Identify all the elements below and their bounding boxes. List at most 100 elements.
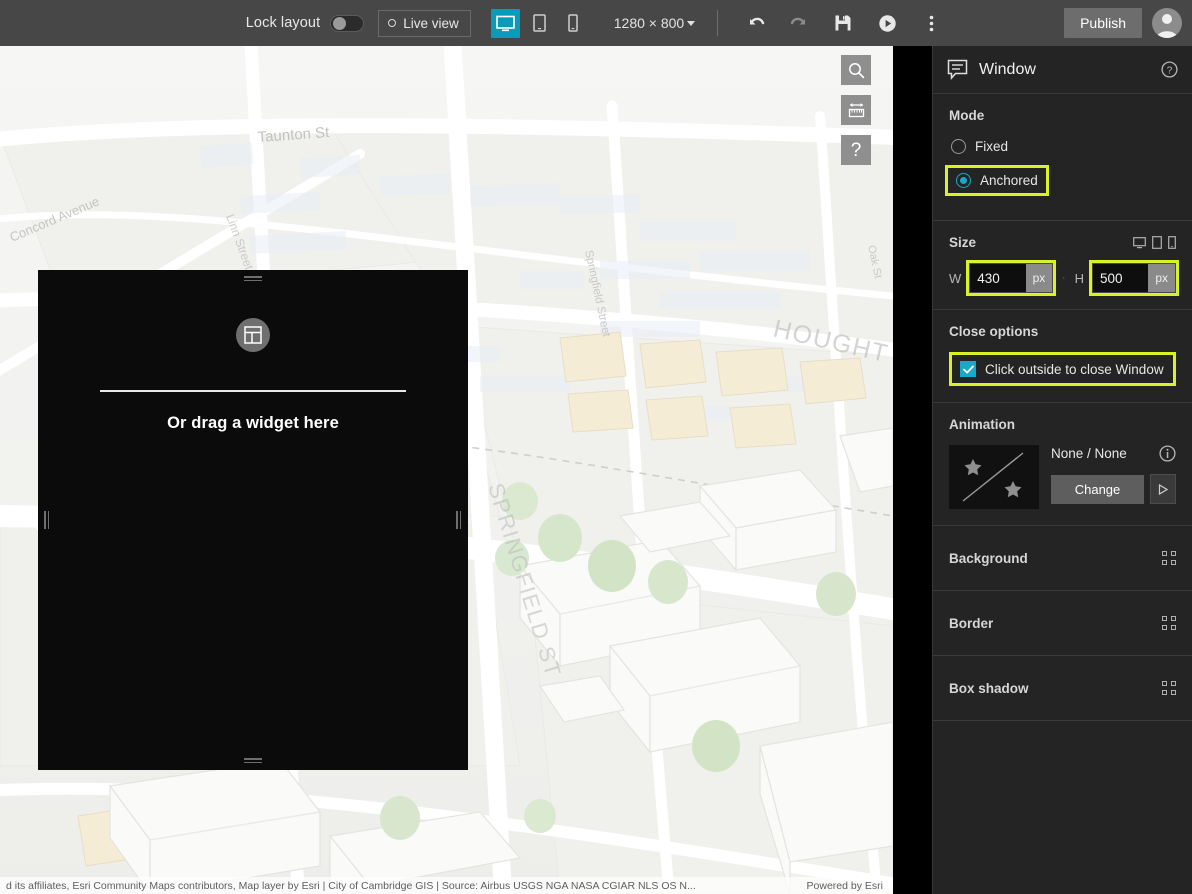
- click-outside-to-close-option[interactable]: Click outside to close Window: [949, 352, 1176, 386]
- top-toolbar: Lock layout Live view 1280 × 800 Publish: [0, 0, 1192, 46]
- width-input[interactable]: [970, 264, 1026, 292]
- live-view-label: Live view: [403, 15, 459, 31]
- animation-section-title: Animation: [949, 417, 1015, 432]
- widget-placeholder-icon-circle[interactable]: [236, 318, 270, 352]
- widget-placeholder: Or drag a widget here: [38, 270, 468, 433]
- radio-fixed-icon: [951, 139, 966, 154]
- preview-button[interactable]: [872, 8, 902, 38]
- width-field[interactable]: px: [969, 263, 1054, 293]
- toolbar-divider: [717, 10, 719, 36]
- size-device-icons: [1133, 236, 1176, 249]
- mode-option-anchored[interactable]: Anchored: [945, 165, 1049, 196]
- background-section[interactable]: Background: [933, 526, 1192, 591]
- undo-button[interactable]: [740, 8, 770, 38]
- window-widget-panel[interactable]: Or drag a widget here: [38, 270, 468, 770]
- animation-stars-icon: [962, 452, 1024, 502]
- toolbar-center-group: Lock layout Live view 1280 × 800: [0, 0, 1192, 46]
- height-field[interactable]: px: [1092, 263, 1176, 293]
- phone-icon[interactable]: [1168, 236, 1176, 249]
- lock-layout-toggle[interactable]: [330, 14, 365, 32]
- page-title: Window: [979, 60, 1036, 78]
- map-search-button[interactable]: [841, 55, 871, 85]
- background-section-title: Background: [949, 550, 1028, 566]
- play-triangle-icon: [1158, 483, 1168, 495]
- ruler-icon: [848, 103, 864, 118]
- toolbar-right-group: Publish: [1064, 0, 1182, 46]
- mode-option-fixed[interactable]: Fixed: [949, 136, 1176, 157]
- powered-by-label: Powered by Esri: [806, 879, 883, 892]
- device-phone-button[interactable]: [559, 9, 588, 38]
- size-section-title: Size: [949, 235, 977, 250]
- four-dots-icon[interactable]: [1162, 551, 1176, 565]
- box-shadow-section[interactable]: Box shadow: [933, 656, 1192, 721]
- redo-button[interactable]: [784, 8, 814, 38]
- lock-layout-control[interactable]: Lock layout: [245, 14, 365, 32]
- tablet-icon[interactable]: [1152, 236, 1162, 249]
- animation-thumbnail[interactable]: [949, 445, 1039, 509]
- main-body: Taunton St Concord Avenue Linn Street Sp…: [0, 46, 1192, 894]
- help-circle-icon[interactable]: ?: [1161, 61, 1178, 78]
- save-icon: [835, 15, 851, 31]
- attribution-text: d its affiliates, Esri Community Maps co…: [6, 879, 696, 892]
- device-tablet-button[interactable]: [525, 9, 554, 38]
- width-label: W: [949, 270, 962, 286]
- size-section: Size W 430 px H 500 px: [933, 221, 1192, 310]
- height-field-highlight: px: [1089, 260, 1179, 296]
- redo-icon: [790, 17, 805, 24]
- phone-icon: [568, 14, 578, 32]
- close-options-title: Close options: [949, 324, 1039, 339]
- canvas-dimension-selector[interactable]: 1280 × 800: [613, 15, 696, 31]
- box-shadow-section-title: Box shadow: [949, 680, 1029, 696]
- window-panel-icon: [947, 59, 968, 80]
- mode-option-anchored-label: Anchored: [980, 173, 1038, 188]
- click-outside-checkbox[interactable]: [960, 361, 976, 377]
- desktop-icon: [495, 15, 515, 31]
- save-button[interactable]: [828, 8, 858, 38]
- checkmark-icon: [962, 365, 974, 373]
- more-vertical-icon: [929, 15, 934, 31]
- animation-section: Animation None / None Change: [933, 403, 1192, 526]
- info-circle-icon[interactable]: [1159, 445, 1176, 462]
- avatar[interactable]: [1152, 8, 1182, 38]
- desktop-icon[interactable]: [1133, 236, 1146, 249]
- map-attribution: d its affiliates, Esri Community Maps co…: [0, 877, 893, 894]
- map-measure-button[interactable]: [841, 95, 871, 125]
- widget-placeholder-text: Or drag a widget here: [167, 413, 339, 432]
- canvas-dimension-label: 1280 × 800: [613, 15, 685, 31]
- resize-handle-top[interactable]: [244, 276, 262, 282]
- animation-controls: None / None Change: [1051, 445, 1176, 504]
- tablet-icon: [533, 14, 546, 32]
- mode-option-fixed-label: Fixed: [975, 139, 1009, 154]
- width-field-highlight: px: [966, 260, 1057, 296]
- resize-handle-right[interactable]: [456, 511, 462, 529]
- question-mark-icon: ?: [850, 139, 862, 161]
- lock-layout-label: Lock layout: [245, 15, 321, 31]
- mode-section: Mode Fixed Anchored: [933, 94, 1192, 221]
- user-avatar-icon: [1156, 14, 1178, 38]
- device-desktop-button[interactable]: [490, 8, 520, 38]
- radio-anchored-icon: [956, 173, 971, 188]
- border-section[interactable]: Border: [933, 591, 1192, 656]
- search-icon: [848, 62, 864, 78]
- resize-handle-bottom[interactable]: [244, 758, 262, 764]
- close-options-section: Close options Click outside to close Win…: [933, 310, 1192, 403]
- window-settings-panel: Window ? Mode Fixed Anchored Size W 430 …: [932, 46, 1192, 894]
- widget-placeholder-divider: [100, 390, 406, 392]
- map-controls: ?: [841, 55, 871, 165]
- animation-row: None / None Change: [949, 445, 1176, 509]
- map-help-button[interactable]: ?: [841, 135, 871, 165]
- chevron-down-icon: [687, 20, 696, 26]
- animation-play-button[interactable]: [1150, 474, 1176, 504]
- height-input[interactable]: [1093, 264, 1149, 292]
- live-view-button[interactable]: Live view: [378, 9, 471, 37]
- unlock-icon[interactable]: [1063, 270, 1065, 286]
- four-dots-icon[interactable]: [1162, 616, 1176, 630]
- design-canvas[interactable]: Taunton St Concord Avenue Linn Street Sp…: [0, 46, 932, 894]
- animation-value-row: None / None: [1051, 445, 1176, 462]
- widget-layout-icon: [244, 326, 262, 344]
- publish-button[interactable]: Publish: [1064, 8, 1142, 38]
- resize-handle-left[interactable]: [44, 511, 50, 529]
- four-dots-icon[interactable]: [1162, 681, 1176, 695]
- more-options-button[interactable]: [916, 8, 946, 38]
- animation-change-button[interactable]: Change: [1051, 474, 1144, 504]
